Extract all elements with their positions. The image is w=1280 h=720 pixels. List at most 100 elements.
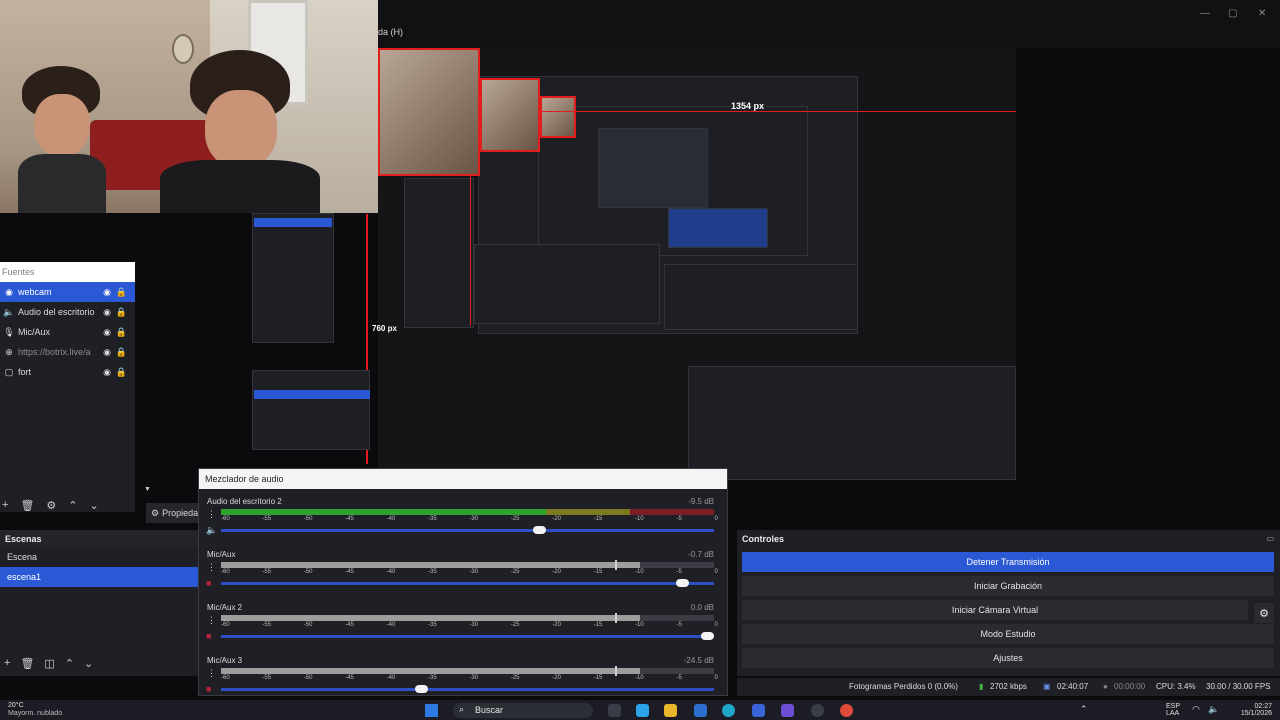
window-title: da (H) — [378, 27, 404, 37]
teams-icon[interactable] — [781, 704, 794, 717]
source-settings-icon[interactable]: ⚙ — [46, 499, 56, 512]
lock-icon[interactable]: 🔒 — [116, 327, 127, 338]
lock-icon[interactable]: 🔒 — [116, 347, 127, 358]
meter-tick: -30 — [469, 622, 479, 628]
maximize-icon[interactable]: ▢ — [1228, 8, 1237, 19]
source-item[interactable]: ⊕ https://botrix.live/a ◉ 🔒 — [0, 342, 135, 362]
webcam-feed — [0, 0, 378, 213]
start-virtual-camera-button[interactable]: Iniciar Cámara Virtual — [742, 600, 1248, 620]
bitrate: 2702 kbps — [990, 682, 1027, 691]
top-bar — [378, 0, 1280, 48]
scene-up-icon[interactable]: ⌃ — [65, 657, 74, 670]
copilot-icon[interactable] — [636, 704, 649, 717]
mixer-channel: Mic/Aux 2 0.0 dB ⋮ -60 -55 -50 -45 -40 -35 -30 -25… — [205, 603, 720, 655]
volume-slider[interactable] — [221, 632, 714, 640]
slider-knob[interactable] — [701, 632, 714, 640]
language-indicator[interactable]: ESP LAA — [1166, 703, 1180, 717]
meter-scale: -60 -55 -50 -45 -40 -35 -30 -25 -20 -15 -10 -5 0 — [221, 622, 718, 632]
meter-tick: -35 — [428, 569, 437, 575]
visibility-eye-icon[interactable]: ◉ — [103, 287, 111, 298]
source-item[interactable]: ▢ fort ◉ 🔒 — [0, 362, 135, 382]
remove-scene-icon[interactable]: 🗑 — [20, 657, 34, 670]
meter-tick: -55 — [262, 622, 272, 628]
visibility-eye-icon[interactable]: ◉ — [103, 367, 111, 378]
slider-knob[interactable] — [415, 685, 429, 693]
meter-tick: -10 — [635, 675, 644, 681]
mixer-channel: Audio del escritorio 2 -9.5 dB ⋮ -60 -55 -50-… — [205, 497, 720, 549]
meter-tick: -40 — [386, 569, 396, 575]
minimize-icon[interactable]: — — [1200, 8, 1210, 19]
properties-button[interactable]: ⚙ Propieda — [146, 503, 206, 523]
taskbar-search[interactable]: ⌕ Buscar — [453, 703, 593, 718]
channel-menu-icon[interactable]: ⋮ — [207, 668, 216, 679]
channel-menu-icon[interactable]: ⋮ — [207, 509, 216, 520]
edge-icon[interactable] — [722, 704, 735, 717]
meter-tick: -25 — [510, 569, 520, 575]
outlook-icon[interactable] — [752, 704, 765, 717]
panel-float-icon[interactable]: ▭ — [1266, 534, 1274, 543]
slider-knob[interactable] — [676, 579, 690, 587]
dropdown-caret-icon[interactable]: ▼ — [144, 486, 151, 493]
mute-speaker-icon[interactable]: ■ — [206, 578, 211, 588]
add-source-icon[interactable]: + — [2, 499, 8, 511]
volume-slider[interactable] — [221, 685, 714, 693]
windows-start-icon[interactable] — [425, 704, 438, 717]
scene-down-icon[interactable]: ⌄ — [84, 657, 93, 670]
volume-icon[interactable]: 🔈 — [1208, 705, 1219, 714]
preview-canvas[interactable]: 1354 px 760 px — [366, 48, 1016, 480]
scene-item[interactable]: Escena — [0, 547, 200, 567]
visibility-eye-icon[interactable]: ◉ — [103, 347, 111, 358]
meter-scale: -60 -55 -50 -45 -40 -35 -30 -25 -20 -15 -10 -5 0 — [221, 675, 718, 685]
channel-db: -9.5 dB — [688, 497, 714, 506]
start-recording-button[interactable]: Iniciar Grabación — [742, 576, 1274, 596]
scene-filter-icon[interactable]: ◫ — [44, 657, 54, 670]
volume-slider[interactable] — [221, 579, 714, 587]
source-item[interactable]: 🔈 Audio del escritorio ◉ 🔒 — [0, 302, 135, 322]
source-item[interactable]: 🎙 Mic/Aux ◉ 🔒 — [0, 322, 135, 342]
meter-tick: 0 — [714, 516, 718, 522]
source-item[interactable]: ◉ webcam ◉ 🔒 — [0, 282, 135, 302]
task-view-icon[interactable] — [608, 704, 621, 717]
obs-icon[interactable] — [811, 704, 824, 717]
taskbar: 20°C Mayorm. nublado ⌕ Buscar ⌃ ESP LAA … — [0, 700, 1280, 720]
store-icon[interactable] — [694, 704, 707, 717]
meter-tick: 0 — [714, 569, 718, 575]
meter-tick: -10 — [635, 516, 644, 522]
channel-menu-icon[interactable]: ⋮ — [207, 615, 216, 626]
visibility-eye-icon[interactable]: ◉ — [103, 307, 111, 318]
weather-widget[interactable]: 20°C Mayorm. nublado — [8, 702, 62, 718]
meter-tick: -60 — [221, 516, 230, 522]
mute-speaker-icon[interactable]: 🔈 — [206, 525, 217, 536]
volume-slider[interactable] — [221, 526, 714, 534]
channel-menu-icon[interactable]: ⋮ — [207, 562, 216, 573]
height-px-label: 760 px — [372, 324, 397, 333]
add-scene-icon[interactable]: + — [4, 657, 10, 669]
close-icon[interactable]: ✕ — [1258, 8, 1266, 19]
mute-speaker-icon[interactable]: ■ — [206, 631, 211, 641]
virtual-camera-settings-gear-icon[interactable]: ⚙ — [1254, 603, 1274, 623]
meter-tick: -45 — [345, 516, 354, 522]
chrome-icon[interactable] — [840, 704, 853, 717]
visibility-eye-icon[interactable]: ◉ — [103, 327, 111, 338]
settings-button[interactable]: Ajustes — [742, 648, 1274, 668]
slider-knob[interactable] — [533, 526, 547, 534]
move-down-icon[interactable]: ⌄ — [90, 499, 99, 512]
stop-stream-button[interactable]: Detener Transmisión — [742, 552, 1274, 572]
meter-tick: -25 — [510, 675, 520, 681]
studio-mode-button[interactable]: Modo Estudio — [742, 624, 1274, 644]
tray-chevron-icon[interactable]: ⌃ — [1080, 705, 1088, 714]
file-explorer-icon[interactable] — [664, 704, 677, 717]
clock[interactable]: 02:27 15/1/2026 — [1228, 703, 1272, 717]
scene-item[interactable]: escena1 — [0, 567, 200, 587]
wifi-icon[interactable]: ◠ — [1192, 705, 1200, 714]
meter-tick: -50 — [303, 569, 313, 575]
mute-speaker-icon[interactable]: ■ — [206, 684, 211, 694]
remove-source-icon[interactable]: 🗑 — [20, 499, 34, 512]
status-bar: Fotogramas Perdidos 0 (0.0%) ▮ 2702 kbps… — [737, 678, 1280, 696]
source-label: Mic/Aux — [18, 327, 51, 337]
obs-screen: da (H) — ▢ ✕ 1354 px 760 px Fuentes ◉ we… — [0, 0, 1280, 720]
lock-icon[interactable]: 🔒 — [116, 307, 127, 318]
lock-icon[interactable]: 🔒 — [116, 367, 127, 378]
lock-icon[interactable]: 🔒 — [116, 287, 127, 298]
move-up-icon[interactable]: ⌃ — [68, 499, 77, 512]
